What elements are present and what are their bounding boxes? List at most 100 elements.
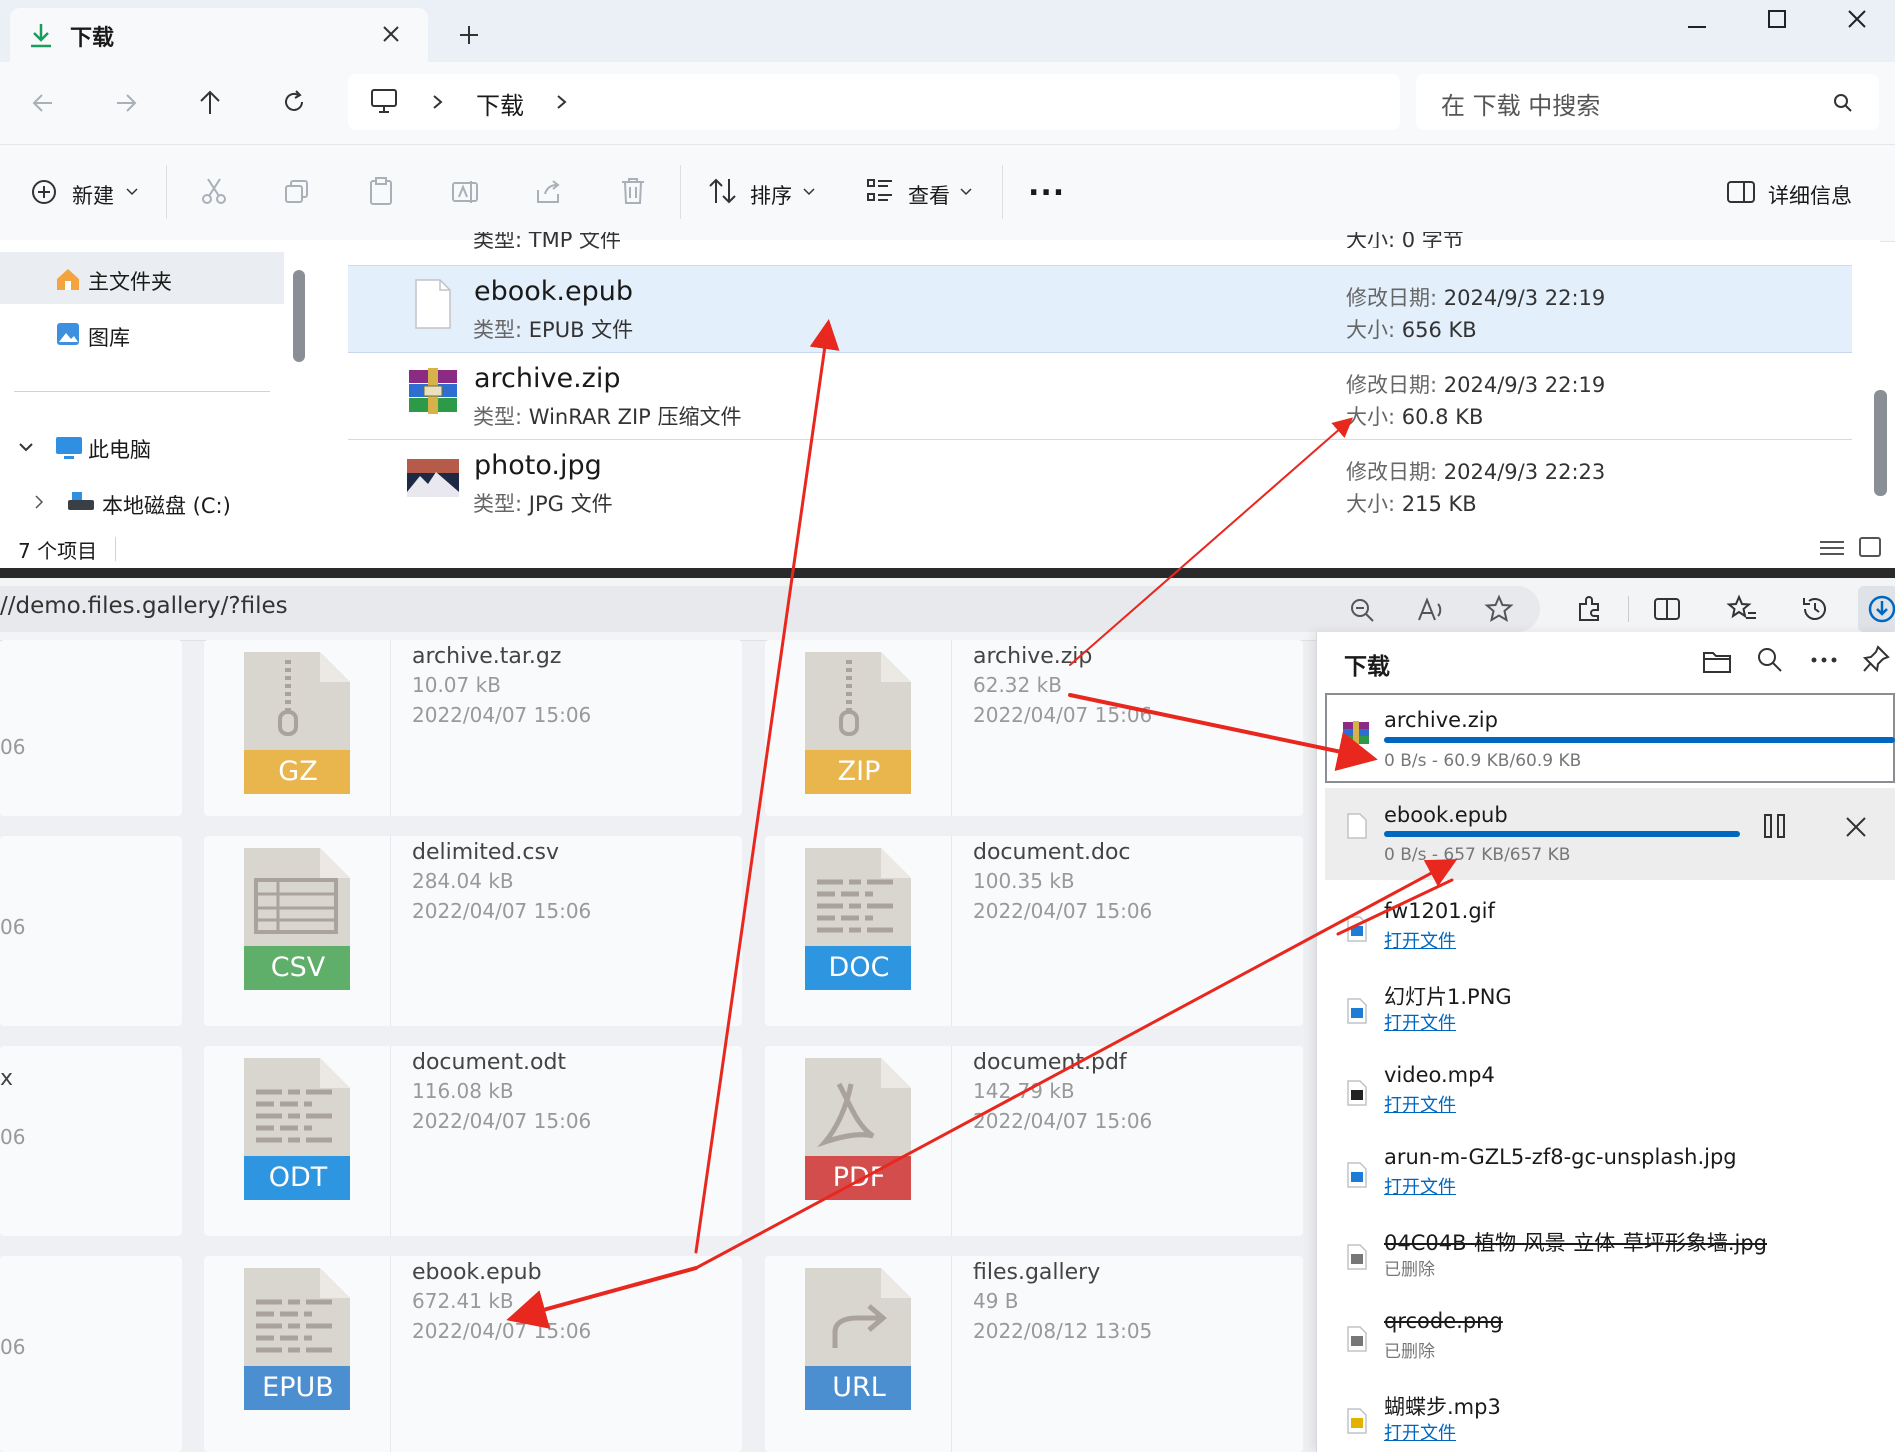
file-name[interactable]: document.doc: [973, 840, 1131, 865]
gallery-icon: [57, 323, 79, 345]
open-file-link[interactable]: 打开文件: [1384, 1009, 1456, 1035]
sort-icon[interactable]: [708, 177, 738, 205]
chevron-down-icon[interactable]: [803, 188, 815, 196]
downloaded-file-icon: [1347, 1244, 1367, 1270]
file-size: 116.08 kB: [412, 1079, 514, 1103]
nav-label-this-pc[interactable]: 此电脑: [88, 434, 151, 464]
download-icon: [31, 24, 51, 48]
history-icon[interactable]: [1800, 594, 1830, 624]
file-name[interactable]: archive.zip: [973, 644, 1092, 669]
download-name[interactable]: arun-m-GZL5-zf8-gc-unsplash.jpg: [1384, 1145, 1737, 1169]
back-icon[interactable]: [30, 90, 56, 116]
split-screen-icon[interactable]: [1652, 594, 1682, 624]
tiles-view-icon[interactable]: [1858, 536, 1882, 558]
file-name[interactable]: photo.jpg: [474, 450, 602, 481]
file-name[interactable]: archive.zip: [474, 363, 621, 394]
zoom-out-icon[interactable]: [1348, 596, 1376, 624]
open-file-link[interactable]: 打开文件: [1384, 927, 1456, 953]
download-name[interactable]: video.mp4: [1384, 1063, 1495, 1087]
file-name[interactable]: ebook.epub: [412, 1260, 542, 1285]
file-name[interactable]: document.pdf: [973, 1050, 1127, 1075]
download-name[interactable]: qrcode.png: [1384, 1309, 1503, 1333]
open-file-link[interactable]: 打开文件: [1384, 1173, 1456, 1199]
open-folder-icon[interactable]: [1702, 648, 1732, 674]
file-card-partial[interactable]: [0, 1256, 182, 1452]
nav-scrollbar[interactable]: [293, 270, 305, 362]
file-size: 100.35 kB: [973, 869, 1075, 893]
generic-file-icon: [415, 279, 451, 329]
view-button[interactable]: 查看: [908, 180, 950, 210]
close-tab-icon[interactable]: [381, 24, 401, 44]
file-name[interactable]: archive.tar.gz: [412, 644, 561, 669]
downloads-icon[interactable]: [1866, 593, 1895, 625]
open-file-link[interactable]: 打开文件: [1384, 1091, 1456, 1117]
chevron-right-icon[interactable]: [432, 94, 444, 110]
chevron-down-icon[interactable]: [126, 188, 138, 196]
breadcrumb-downloads[interactable]: 下载: [476, 86, 524, 121]
search-icon[interactable]: [1832, 92, 1854, 114]
nav-label-local-disk[interactable]: 本地磁盘 (C:): [102, 490, 231, 520]
download-name[interactable]: fw1201.gif: [1384, 899, 1495, 923]
cut-icon[interactable]: [200, 176, 228, 206]
partial-text: 06: [0, 1335, 26, 1359]
cancel-icon[interactable]: [1844, 815, 1868, 839]
file-card-partial[interactable]: [0, 836, 182, 1026]
new-button[interactable]: 新建: [72, 180, 114, 210]
nav-label-home[interactable]: 主文件夹: [88, 266, 172, 296]
chevron-right-icon[interactable]: [34, 494, 44, 510]
new-tab-icon[interactable]: [458, 24, 480, 46]
chevron-right-icon[interactable]: [556, 94, 568, 110]
extensions-icon[interactable]: [1574, 594, 1604, 624]
pause-icon[interactable]: [1762, 812, 1788, 840]
file-list-scrollbar[interactable]: [1874, 390, 1887, 496]
details-pane-icon[interactable]: [1726, 180, 1756, 204]
maximize-icon[interactable]: [1766, 8, 1788, 30]
nav-label-gallery[interactable]: 图库: [88, 322, 130, 352]
progress-bar: [1384, 831, 1740, 837]
new-icon[interactable]: [30, 178, 58, 206]
file-date: 2022/04/07 15:06: [973, 1109, 1153, 1133]
copy-icon[interactable]: [283, 178, 311, 206]
search-placeholder[interactable]: 在 下载 中搜索: [1441, 86, 1600, 121]
download-name[interactable]: 幻灯片1.PNG: [1384, 981, 1512, 1011]
window-close-icon[interactable]: [1846, 8, 1868, 30]
file-size: 大小: 656 KB: [1346, 318, 1477, 342]
up-icon[interactable]: [197, 88, 223, 116]
download-name[interactable]: 04C04B-植物-风景-立体-草坪形象墙.jpg: [1384, 1227, 1767, 1257]
file-card-partial[interactable]: [0, 640, 182, 816]
download-name[interactable]: 蝴蝶步.mp3: [1384, 1391, 1501, 1421]
read-aloud-icon[interactable]: [1416, 596, 1446, 624]
more-options-icon[interactable]: [1810, 656, 1838, 664]
delete-icon[interactable]: [619, 176, 647, 206]
partial-row-size: 大小: 0 字节: [1346, 232, 1464, 248]
file-name[interactable]: files.gallery: [973, 1260, 1100, 1285]
more-button[interactable]: ...: [1028, 168, 1065, 203]
download-name[interactable]: archive.zip: [1384, 708, 1498, 732]
url-text[interactable]: //demo.files.gallery/?files: [0, 593, 288, 619]
details-view-icon[interactable]: [1818, 538, 1846, 558]
chevron-down-icon[interactable]: [960, 188, 972, 196]
file-name[interactable]: ebook.epub: [474, 276, 633, 307]
sort-button[interactable]: 排序: [750, 180, 792, 210]
download-name[interactable]: ebook.epub: [1384, 803, 1508, 827]
file-name[interactable]: delimited.csv: [412, 840, 559, 865]
chevron-down-icon[interactable]: [18, 442, 34, 452]
forward-icon[interactable]: [113, 90, 139, 116]
file-card-partial[interactable]: [0, 1046, 182, 1236]
pin-icon[interactable]: [1862, 644, 1890, 674]
search-downloads-icon[interactable]: [1756, 646, 1784, 674]
paste-icon[interactable]: [367, 176, 395, 206]
minimize-icon[interactable]: [1686, 16, 1708, 38]
share-icon[interactable]: [535, 178, 563, 206]
window-border: [0, 568, 1895, 578]
favorites-icon[interactable]: [1726, 594, 1758, 624]
details-button[interactable]: 详细信息: [1768, 180, 1852, 210]
file-name[interactable]: document.odt: [412, 1050, 566, 1075]
refresh-icon[interactable]: [281, 89, 307, 115]
favorite-star-icon[interactable]: [1484, 594, 1514, 624]
status-bar: [0, 530, 1895, 568]
file-size: 62.32 kB: [973, 673, 1062, 697]
view-icon[interactable]: [866, 178, 894, 204]
open-file-link[interactable]: 打开文件: [1384, 1419, 1456, 1445]
rename-icon[interactable]: [451, 178, 479, 206]
